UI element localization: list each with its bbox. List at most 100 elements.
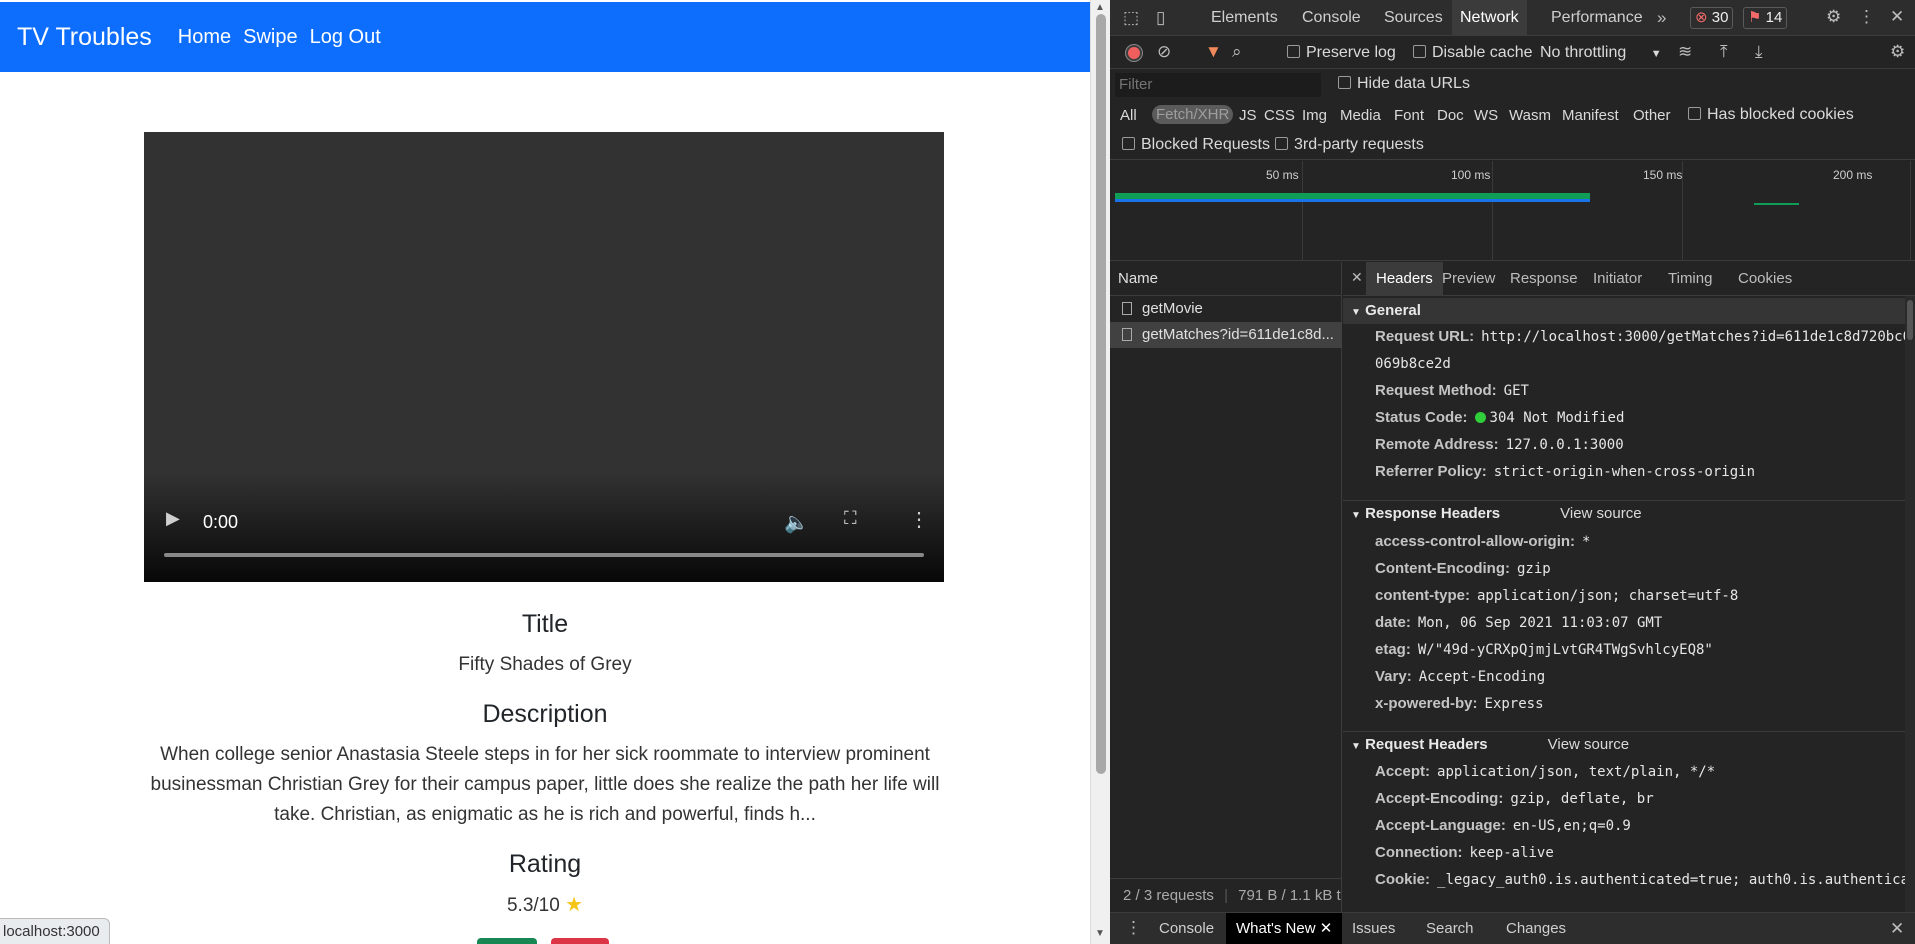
search-icon[interactable]: ⌕ <box>1232 42 1242 62</box>
type-ws[interactable]: WS <box>1474 107 1498 124</box>
scroll-up-icon[interactable]: ▲ <box>1095 2 1105 13</box>
close-details-icon[interactable]: ✕ <box>1351 269 1363 286</box>
filter-icon[interactable]: ▼ <box>1205 42 1222 62</box>
more-options-icon[interactable]: ⋮ <box>909 507 929 532</box>
tab-response[interactable]: Response <box>1500 262 1588 296</box>
network-conditions-icon[interactable]: ≋ <box>1678 42 1692 62</box>
kebab-menu-icon[interactable]: ⋮ <box>1858 7 1875 27</box>
header-key: Vary: <box>1375 668 1412 685</box>
type-fetch-xhr[interactable]: Fetch/XHR <box>1152 105 1234 124</box>
details-scrollbar[interactable] <box>1905 296 1915 912</box>
tab-sources[interactable]: Sources <box>1376 0 1451 36</box>
response-view-source[interactable]: View source <box>1560 505 1641 522</box>
tab-network[interactable]: Network <box>1452 0 1527 36</box>
checkbox[interactable] <box>1287 45 1300 58</box>
close-drawer-icon[interactable]: ✕ <box>1890 919 1904 939</box>
type-font[interactable]: Font <box>1394 107 1424 124</box>
app-scrollbar-thumb[interactable] <box>1096 14 1106 774</box>
close-tab-icon[interactable]: ✕ <box>1320 920 1333 937</box>
export-har-icon[interactable]: ⤓ <box>1755 42 1763 62</box>
error-badge[interactable]: ⊗ 30 <box>1690 7 1734 29</box>
dislike-button[interactable] <box>551 938 609 944</box>
type-doc[interactable]: Doc <box>1437 107 1464 124</box>
header-key: x-powered-by: <box>1375 695 1478 712</box>
disable-cache-checkbox[interactable]: Disable cache <box>1413 44 1533 62</box>
devtools: ⬚ ▯ Elements Console Sources Network Per… <box>1110 0 1915 944</box>
nav-swipe[interactable]: Swipe <box>243 26 297 49</box>
tab-performance[interactable]: Performance <box>1543 0 1651 36</box>
details-scrollbar-thumb[interactable] <box>1907 300 1913 340</box>
tab-timing[interactable]: Timing <box>1658 262 1722 296</box>
header-value: W/"49d-yCRXpQjmjLvtGR4TWgSvhlcyEQ8" <box>1417 642 1713 658</box>
tab-preview[interactable]: Preview <box>1432 262 1505 296</box>
request-item-getmatches[interactable]: getMatches?id=611de1c8d... <box>1110 322 1342 348</box>
type-manifest[interactable]: Manifest <box>1562 107 1619 124</box>
record-button[interactable] <box>1126 45 1142 61</box>
drawer-tab-issues[interactable]: Issues <box>1342 913 1405 944</box>
like-button[interactable] <box>477 938 537 944</box>
tab-initiator[interactable]: Initiator <box>1583 262 1652 296</box>
nav-logout[interactable]: Log Out <box>310 26 381 49</box>
inspect-icon[interactable]: ⬚ <box>1123 8 1139 28</box>
name-column-header[interactable]: Name <box>1110 262 1342 296</box>
checkbox[interactable] <box>1688 107 1701 120</box>
checkbox[interactable] <box>1275 137 1288 150</box>
type-media[interactable]: Media <box>1340 107 1381 124</box>
volume-icon[interactable]: 🔈 <box>784 510 809 535</box>
drawer-menu-icon[interactable]: ⋮ <box>1125 918 1142 938</box>
request-timing-bar-download <box>1115 199 1590 202</box>
drawer-tab-changes[interactable]: Changes <box>1496 913 1576 944</box>
fullscreen-icon[interactable]: ⛶ <box>844 508 857 529</box>
play-icon[interactable]: ▶ <box>166 508 180 529</box>
drawer-tab-search[interactable]: Search <box>1416 913 1484 944</box>
clear-icon[interactable]: ⊘ <box>1157 42 1171 62</box>
checkbox[interactable] <box>1413 45 1426 58</box>
type-all[interactable]: All <box>1120 107 1137 124</box>
type-other[interactable]: Other <box>1633 107 1671 124</box>
checkbox[interactable] <box>1338 76 1351 89</box>
video-player[interactable]: ▶ 0:00 🔈 ⛶ ⋮ <box>144 132 944 582</box>
response-headers-section-header[interactable]: ▼ Response Headers View source <box>1343 500 1915 526</box>
drawer-tab-whats-new[interactable]: What's New ✕ <box>1226 913 1343 944</box>
request-item-getmovie[interactable]: getMovie <box>1110 296 1342 322</box>
general-section-header[interactable]: ▼ General <box>1343 298 1915 324</box>
close-devtools-icon[interactable]: ✕ <box>1890 7 1904 27</box>
brand-logo[interactable]: TV Troubles <box>17 23 152 52</box>
tab-cookies[interactable]: Cookies <box>1728 262 1802 296</box>
settings-icon[interactable]: ⚙ <box>1826 7 1841 27</box>
header-value: GET <box>1503 383 1529 399</box>
type-img[interactable]: Img <box>1302 107 1327 124</box>
drawer-tab-console[interactable]: Console <box>1149 913 1224 944</box>
type-css[interactable]: CSS <box>1264 107 1295 124</box>
type-js[interactable]: JS <box>1239 107 1257 124</box>
throttling-select[interactable]: No throttling ▼ <box>1540 44 1662 62</box>
rating-value: 5.3/10 <box>506 895 560 916</box>
preserve-log-checkbox[interactable]: Preserve log <box>1287 44 1396 62</box>
type-wasm[interactable]: Wasm <box>1509 107 1551 124</box>
app-scrollbar[interactable]: ▲ ▼ <box>1090 0 1110 944</box>
import-har-icon[interactable]: ⤒ <box>1720 42 1728 62</box>
warning-badge[interactable]: ⚑ 14 <box>1743 7 1788 29</box>
request-headers-section-header[interactable]: ▼ Request Headers View source <box>1343 731 1915 757</box>
request-view-source[interactable]: View source <box>1548 736 1629 753</box>
tab-console[interactable]: Console <box>1294 0 1369 36</box>
rating-line: 5.3/10 ★ <box>120 890 970 921</box>
more-tabs-icon[interactable]: » <box>1657 8 1666 28</box>
grid-line <box>1302 161 1303 261</box>
filter-input[interactable] <box>1115 73 1321 97</box>
blocked-requests-checkbox[interactable]: Blocked Requests <box>1122 136 1270 154</box>
filter-row: Hide data URLs <box>1110 70 1915 100</box>
hide-data-urls-checkbox[interactable]: Hide data URLs <box>1338 75 1470 93</box>
device-toggle-icon[interactable]: ▯ <box>1156 8 1165 28</box>
checkbox[interactable] <box>1122 137 1135 150</box>
tab-elements[interactable]: Elements <box>1203 0 1286 36</box>
header-key: Status Code: <box>1375 409 1468 426</box>
video-scrubber[interactable] <box>164 553 924 557</box>
nav-home[interactable]: Home <box>178 26 231 49</box>
has-blocked-cookies-checkbox[interactable]: Has blocked cookies <box>1688 106 1854 124</box>
request-details: ✕ Headers Preview Response Initiator Tim… <box>1343 262 1915 912</box>
scroll-down-icon[interactable]: ▼ <box>1095 928 1105 939</box>
network-settings-icon[interactable]: ⚙ <box>1890 42 1905 62</box>
third-party-checkbox[interactable]: 3rd-party requests <box>1275 136 1424 154</box>
network-overview[interactable]: 50 ms 100 ms 150 ms 200 ms <box>1110 161 1915 261</box>
